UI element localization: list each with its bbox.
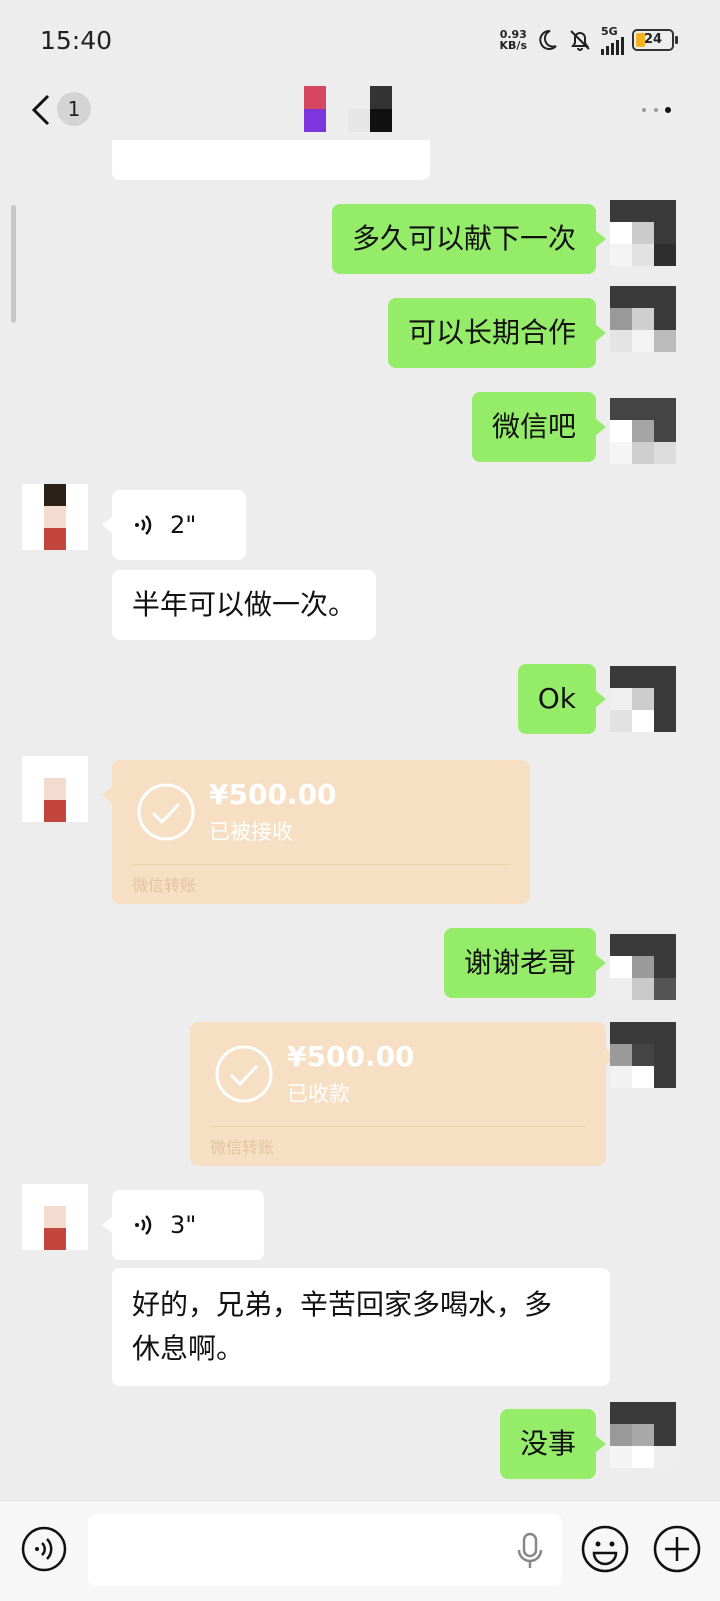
microphone-icon[interactable] [516,1532,544,1570]
transfer-amount: ¥500.00 [209,778,337,811]
transfer-divider [132,864,510,865]
transfer-divider [210,1126,586,1127]
my-avatar[interactable] [610,934,676,1000]
my-avatar[interactable] [610,1022,676,1088]
voice-wave-icon [135,1215,152,1235]
emoji-icon[interactable] [580,1524,630,1574]
battery-icon: 24 [632,29,678,51]
message-outgoing[interactable]: 多久可以献下一次 [331,204,607,274]
battery-level: 24 [643,32,663,47]
status-time: 15:40 [40,26,113,55]
net-speed-unit: KB/s [499,39,527,52]
my-avatar[interactable] [610,200,676,266]
my-avatar[interactable] [610,286,676,352]
voice-duration: 2" [170,511,197,539]
transfer-amount: ¥500.00 [287,1040,415,1073]
message-outgoing[interactable]: 谢谢老哥 [443,928,607,998]
transfer-brand: 微信转账 [210,1138,275,1157]
contact-avatar[interactable] [22,484,88,550]
signal-icon [601,36,624,55]
net-speed: 0.93 KB/s [500,29,527,51]
voice-duration: 3" [170,1211,197,1239]
network-type: 5G [601,24,618,38]
message-input[interactable] [88,1514,562,1586]
message-outgoing[interactable]: 微信吧 [471,392,607,462]
transfer-status: 已收款 [287,1082,350,1106]
message-line: 好的，兄弟，辛苦回家多喝水，多 [132,1288,553,1321]
unread-count-badge[interactable]: 1 [57,92,91,126]
message-outgoing[interactable]: 可以长期合作 [387,298,607,368]
transfer-status: 已被接收 [209,820,293,844]
check-circle-icon [215,1045,273,1103]
voice-message[interactable]: 2" [102,490,246,560]
plus-icon[interactable] [652,1524,702,1574]
cut-off-message [112,140,430,180]
message-incoming[interactable]: 半年可以做一次。 [112,570,377,640]
message-line: 休息啊。 [132,1332,245,1365]
my-avatar[interactable] [610,398,676,464]
message-outgoing[interactable]: Ok [517,664,607,734]
message-outgoing[interactable]: 没事 [499,1409,607,1479]
voice-input-toggle-icon[interactable] [20,1525,68,1573]
status-icons: 0.93 KB/s 5G 24 [500,24,678,56]
voice-message[interactable]: 3" [102,1190,264,1260]
message-incoming[interactable]: 好的，兄弟，辛苦回家多喝水，多 休息啊。 [112,1268,610,1386]
my-avatar[interactable] [610,1402,676,1468]
transfer-card[interactable]: ¥500.00 已被接收 微信转账 [102,760,530,904]
voice-wave-icon [135,515,152,535]
my-avatar[interactable] [610,666,676,732]
more-options-icon[interactable] [636,96,676,126]
check-circle-icon [137,783,195,841]
transfer-brand: 微信转账 [132,876,197,895]
contact-avatar[interactable] [22,756,88,822]
contact-avatar[interactable] [22,1184,88,1250]
chat-title-avatar-mosaic [304,86,392,132]
moon-icon [539,29,557,50]
transfer-card[interactable]: ¥500.00 已收款 微信转账 [190,1022,616,1166]
scroll-indicator[interactable] [11,205,16,323]
mute-bell-icon [570,30,590,51]
